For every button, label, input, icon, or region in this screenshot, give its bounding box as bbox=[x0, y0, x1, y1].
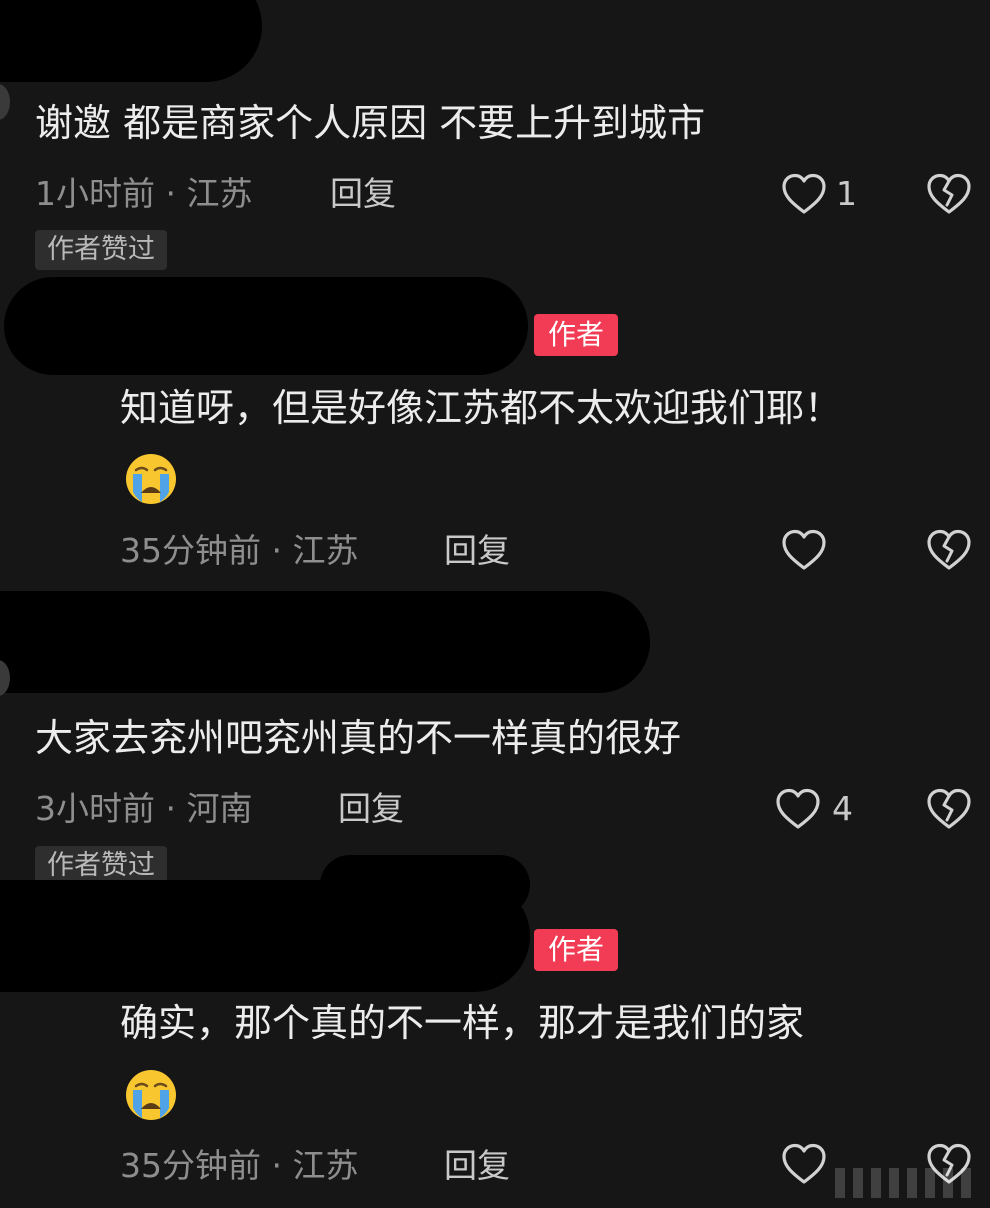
broken-heart-icon[interactable] bbox=[925, 528, 973, 572]
like-count: 1 bbox=[836, 174, 857, 213]
reply-button[interactable]: 回复 bbox=[330, 174, 396, 214]
redacted-username bbox=[0, 591, 650, 693]
author-badge: 作者 bbox=[534, 929, 619, 971]
watermark bbox=[835, 1168, 975, 1198]
redacted-username bbox=[320, 855, 530, 915]
broken-heart-icon[interactable] bbox=[925, 787, 973, 831]
avatar[interactable] bbox=[0, 84, 10, 120]
author-badge: 作者 bbox=[534, 314, 619, 356]
loudly-crying-face-icon bbox=[126, 454, 176, 504]
reply-button[interactable]: 回复 bbox=[444, 531, 510, 571]
redacted-username bbox=[0, 0, 262, 82]
comment-text: 知道呀，但是好像江苏都不太欢迎我们耶！ bbox=[120, 386, 843, 430]
comment-text: 确实，那个真的不一样，那才是我们的家 bbox=[120, 1001, 805, 1045]
comment-text: 大家去兖州吧兖州真的不一样真的很好 bbox=[35, 716, 682, 760]
broken-heart-icon[interactable] bbox=[925, 172, 973, 216]
comment-meta: 35分钟前 · 江苏 bbox=[120, 531, 359, 570]
like-count: 4 bbox=[832, 789, 853, 828]
heart-icon[interactable] bbox=[774, 787, 822, 831]
comment-list: 谢邀 都是商家个人原因 不要上升到城市 1小时前 · 江苏 回复 1 作者赞过 … bbox=[0, 0, 990, 1208]
comment-meta: 3小时前 · 河南 bbox=[35, 789, 253, 828]
heart-icon[interactable] bbox=[780, 1142, 828, 1186]
loudly-crying-face-icon bbox=[126, 1070, 176, 1120]
comment-meta: 35分钟前 · 江苏 bbox=[120, 1146, 359, 1185]
heart-icon[interactable] bbox=[780, 528, 828, 572]
comment-text: 谢邀 都是商家个人原因 不要上升到城市 bbox=[35, 101, 706, 145]
redacted-username bbox=[4, 277, 528, 375]
comment-meta: 1小时前 · 江苏 bbox=[35, 174, 253, 213]
reply-button[interactable]: 回复 bbox=[444, 1146, 510, 1186]
reply-button[interactable]: 回复 bbox=[338, 789, 404, 829]
heart-icon[interactable] bbox=[780, 172, 828, 216]
author-liked-badge: 作者赞过 bbox=[35, 230, 167, 270]
